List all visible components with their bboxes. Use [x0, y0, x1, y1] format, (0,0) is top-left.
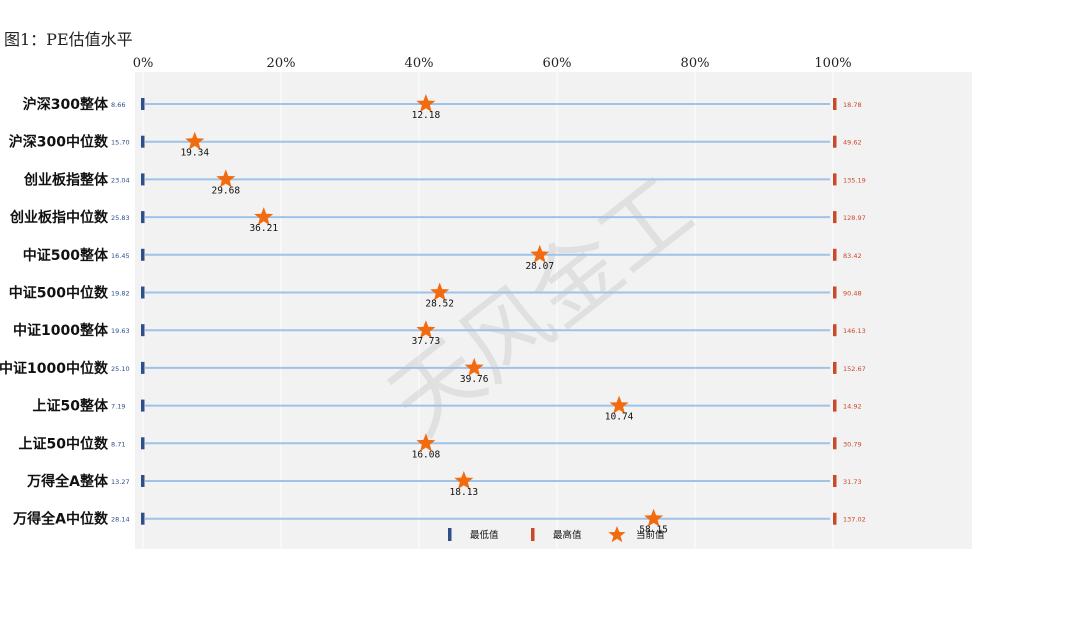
blue-bar-icon	[448, 528, 452, 541]
min-value-label: 13.27	[111, 478, 130, 486]
x-tick-label: 0%	[133, 56, 154, 71]
row-label: 中证500整体	[23, 247, 109, 264]
max-value-label: 49.62	[843, 139, 862, 147]
max-marker	[833, 512, 837, 525]
min-value-label: 23.04	[111, 176, 130, 184]
row-label: 上证50整体	[33, 398, 109, 415]
max-value-label: 90.48	[843, 290, 862, 298]
max-value-label: 83.42	[843, 252, 862, 260]
current-value-label: 28.07	[525, 261, 554, 272]
min-marker	[141, 135, 145, 148]
min-value-label: 19.63	[111, 327, 130, 335]
current-value-label: 28.52	[425, 299, 454, 310]
min-marker	[141, 286, 145, 299]
min-marker	[141, 173, 145, 186]
max-value-label: 14.92	[843, 403, 862, 411]
min-marker	[141, 437, 145, 450]
min-marker	[141, 211, 145, 224]
max-marker	[833, 361, 837, 374]
max-marker	[833, 437, 837, 450]
max-value-label: 137.02	[843, 516, 866, 524]
min-marker	[141, 98, 145, 110]
min-marker	[141, 248, 145, 261]
legend-min-label: 最低值	[470, 529, 499, 541]
min-value-label: 16.45	[111, 252, 130, 260]
current-value-label: 37.73	[412, 336, 441, 347]
pe-valuation-chart: 0% 20% 40% 60% 80% 100%天风金工沪深300整体 8.66 18.7812…	[0, 56, 972, 549]
max-marker	[833, 475, 837, 487]
current-value-label: 19.34	[180, 148, 209, 159]
max-marker	[833, 248, 837, 261]
current-value-label: 12.18	[412, 110, 441, 121]
x-tick-label: 20%	[267, 56, 296, 71]
current-value-label: 10.74	[605, 412, 634, 423]
current-value-label: 36.21	[249, 223, 278, 234]
x-tick-label: 80%	[681, 56, 710, 71]
min-value-label: 25.10	[111, 365, 130, 373]
max-value-label: 128.97	[843, 214, 866, 222]
max-marker	[833, 211, 837, 224]
max-value-label: 31.73	[843, 478, 862, 486]
row-label: 中证1000中位数	[0, 360, 109, 377]
row-label: 沪深300中位数	[9, 134, 109, 151]
x-tick-label: 40%	[405, 56, 434, 71]
legend-max-label: 最高值	[553, 529, 582, 541]
legend-current-label: 当前值	[636, 529, 665, 541]
row-label: 创业板指整体	[23, 171, 109, 188]
max-marker	[833, 135, 837, 148]
current-value-label: 39.76	[460, 374, 489, 385]
red-bar-icon	[531, 528, 535, 541]
max-marker	[833, 173, 837, 186]
min-value-label: 8.71	[111, 440, 125, 448]
x-tick-label: 60%	[543, 56, 572, 71]
min-value-label: 15.70	[111, 139, 130, 147]
min-marker	[141, 324, 145, 337]
max-value-label: 146.13	[843, 327, 866, 335]
row-label: 万得全A整体	[26, 473, 109, 490]
min-marker	[141, 361, 145, 374]
max-marker	[833, 98, 837, 110]
max-marker	[833, 286, 837, 299]
max-marker	[833, 324, 837, 337]
max-value-label: 152.67	[843, 365, 866, 373]
x-tick-label: 100%	[814, 56, 851, 71]
current-value-label: 16.08	[412, 449, 441, 460]
min-value-label: 19.82	[111, 290, 130, 298]
max-value-label: 18.78	[843, 101, 862, 109]
row-label: 创业板指中位数	[9, 209, 109, 226]
current-value-label: 18.13	[450, 487, 479, 498]
min-value-label: 28.14	[111, 516, 130, 524]
row-label: 沪深300整体	[23, 96, 109, 113]
row-label: 万得全A中位数	[12, 511, 109, 528]
row-label: 上证50中位数	[19, 435, 109, 452]
min-marker	[141, 399, 145, 412]
max-value-label: 135.19	[843, 176, 866, 184]
min-marker	[141, 512, 145, 525]
min-value-label: 7.19	[111, 403, 125, 411]
max-value-label: 30.79	[843, 440, 862, 448]
max-marker	[833, 399, 837, 412]
min-value-label: 8.66	[111, 101, 125, 109]
min-value-label: 25.83	[111, 214, 130, 222]
row-label: 中证500中位数	[9, 285, 109, 302]
min-marker	[141, 475, 145, 487]
row-label: 中证1000整体	[13, 322, 109, 339]
current-value-label: 29.68	[211, 185, 240, 196]
